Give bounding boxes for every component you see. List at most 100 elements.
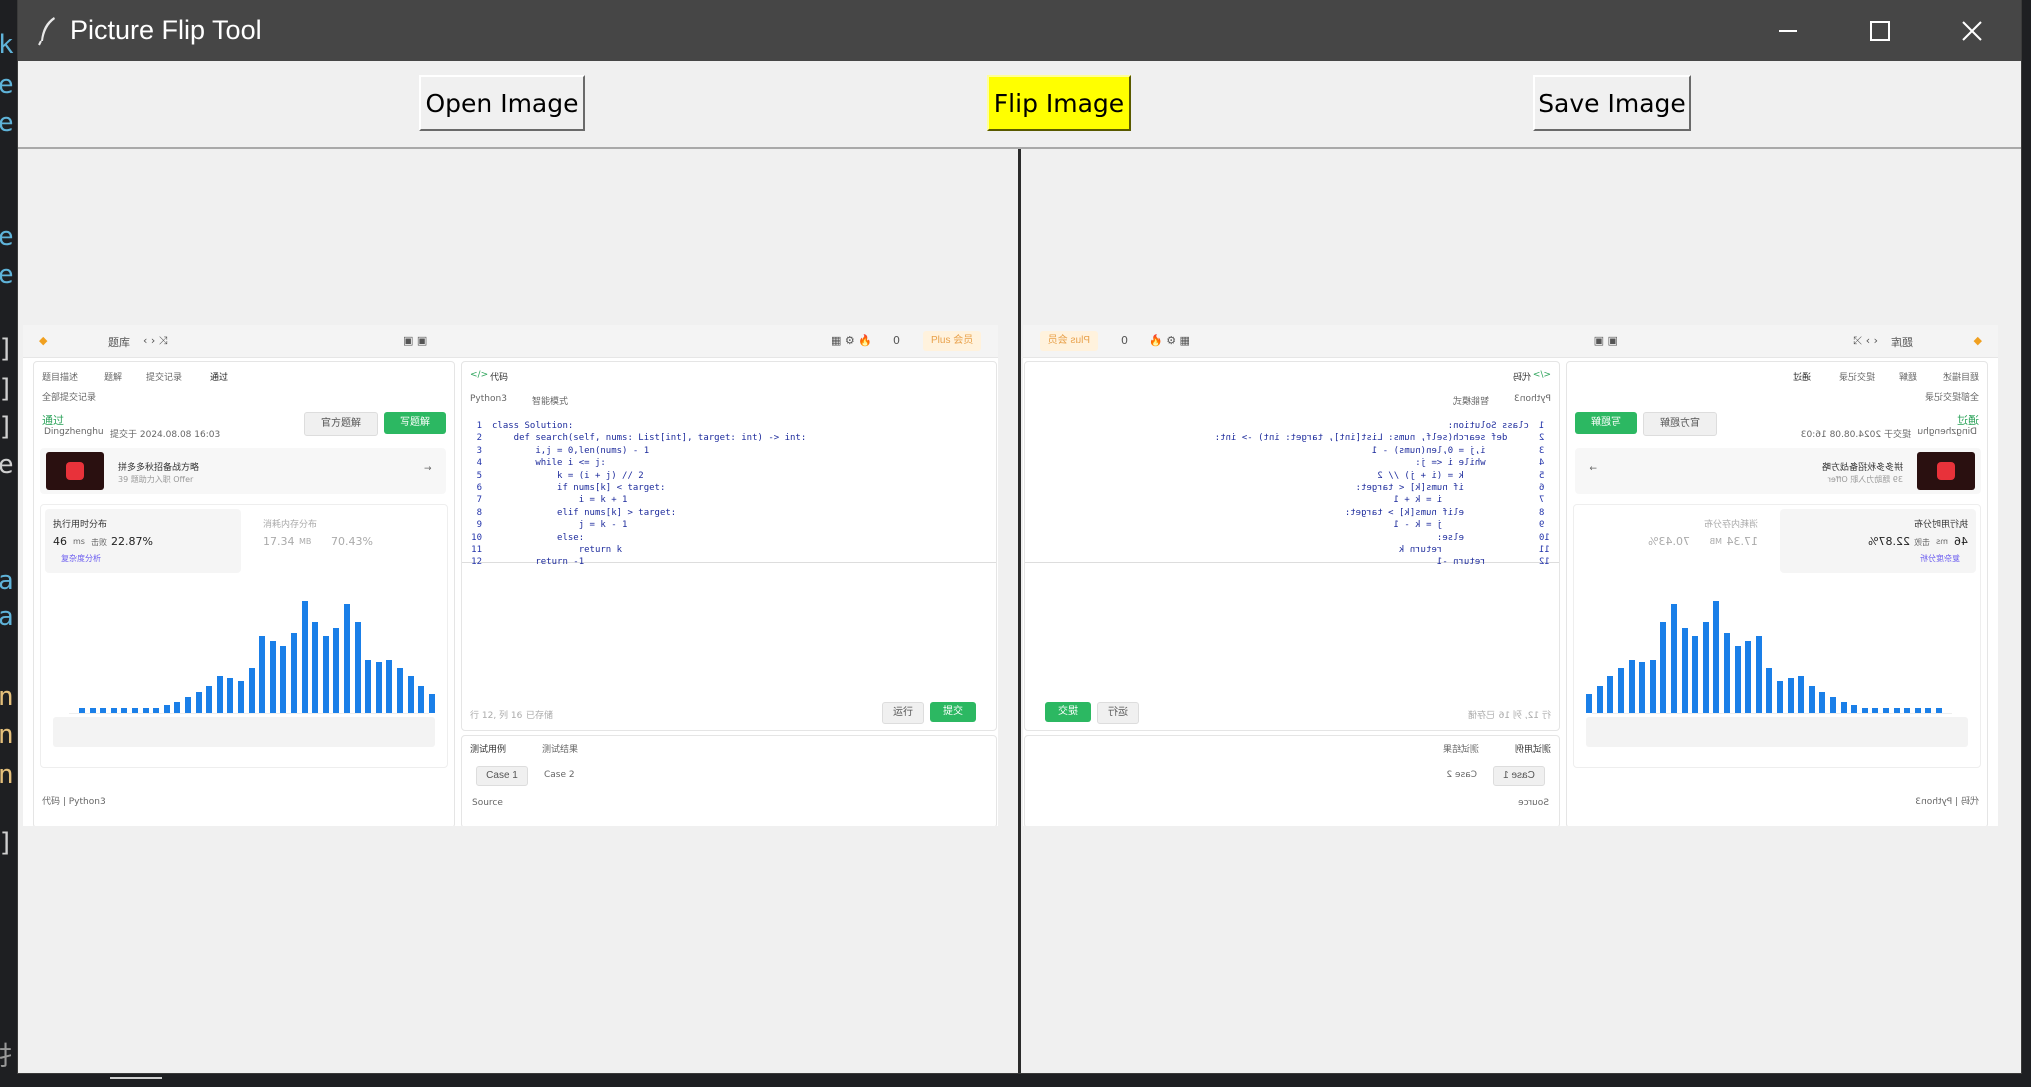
feather-icon (38, 17, 55, 46)
background-bottom (0, 1073, 2031, 1087)
flipped-line-number: 6 (1539, 483, 1545, 493)
histogram-bar (354, 622, 361, 713)
histogram-bar (153, 707, 160, 713)
cursor-position: 行 12, 列 16 (470, 711, 523, 721)
streak-count: 0 (893, 334, 900, 347)
nav-arrows-icon: ‹ › ⤨ (143, 334, 168, 347)
line-number: 2 (476, 433, 482, 444)
flipped-histogram-bar (1914, 707, 1921, 713)
flipped-histogram-bar (1777, 681, 1783, 713)
flipped-code-line: j = k - 1 (1393, 520, 1529, 531)
bg-token: n (0, 760, 14, 790)
flipped-stats-card: 执行用时分布 46 ms 击败 22.87% 复杂度分析 消耗内存分布 17.3… (1573, 504, 1981, 768)
flipped-histogram-bar (1830, 697, 1836, 713)
flipped-histogram-bar (1819, 691, 1826, 713)
flipped-code-line: return k (1398, 545, 1529, 555)
code-tab: 代码 (490, 373, 509, 383)
flipped-smart-mode: 智能模式 (1452, 397, 1489, 407)
flipped-line-number: 1 (1539, 421, 1545, 431)
histogram-bar (248, 667, 255, 713)
line-number: 12 (471, 557, 482, 568)
line-number: 10 (471, 532, 482, 543)
flipped-runtime-value: 46 (1954, 535, 1968, 548)
flipped-code-line: k = (i + j) // 2 (1377, 470, 1529, 481)
flipped-runtime-percent: 22.87% (1868, 535, 1910, 548)
promo-card: 拼多多秋招备战方略 39 题助力入职 Offer → (40, 448, 446, 494)
back-link: 全部提交记录 (42, 393, 97, 403)
flipped-arrow-right-icon: → (1589, 464, 1597, 474)
flipped-shot-topbar: ◆ 题库 ‹ › ⤨ ▣ ▣ ▦ ⚙ 🔥 0 Plus 会员 (1023, 325, 1998, 358)
flipped-code-footer: 代码 | Python3 (1915, 797, 1979, 807)
source-label: Source (472, 798, 503, 808)
close-button[interactable] (1926, 0, 2018, 61)
flipped-official-solution-button: 官方题解 (1643, 412, 1717, 436)
open-image-button[interactable]: Open Image (419, 75, 585, 131)
bg-token: ] (0, 374, 14, 404)
flipped-histogram-bar (1840, 702, 1847, 713)
flipped-line-number: 11 (1539, 545, 1550, 555)
flipped-promo-subtitle: 39 题助力入职 Offer (1827, 475, 1903, 484)
flipped-histogram-bar (1936, 707, 1942, 713)
histogram-bar (142, 707, 149, 713)
runtime-value: 46 (53, 535, 67, 548)
flipped-promo-thumbnail (1917, 452, 1975, 490)
histogram-bar (269, 641, 276, 713)
save-image-button[interactable]: Save Image (1533, 75, 1691, 131)
flipped-cursor-position: 行 12, 列 16 (1498, 711, 1551, 721)
case1-tab: Case 1 (476, 766, 528, 786)
flipped-status-text: 通过 (1957, 414, 1979, 427)
testcase-tab: 测试用例 (470, 745, 507, 755)
histogram-bar (79, 707, 85, 713)
maximize-button[interactable] (1834, 0, 1926, 61)
histogram-bar (227, 678, 234, 713)
bg-token: e (0, 260, 14, 290)
plus-badge: Plus 会员 (923, 331, 982, 351)
flipped-histogram-bar (1681, 627, 1688, 713)
bg-token: a (0, 602, 14, 632)
logo-icon: ◆ (39, 334, 48, 347)
code-area: 1 class Solution: 2 def search(self, nums:… (462, 412, 996, 567)
flipped-line-number: 5 (1539, 470, 1545, 481)
histogram-bar (428, 694, 435, 713)
code-line: elif nums[k] > target: (492, 507, 677, 518)
flipped-logo-icon: ◆ (1973, 334, 1982, 347)
bg-token: e (0, 108, 14, 138)
flipped-runtime-unit: ms (1936, 537, 1948, 546)
code-footer: 代码 | Python3 (42, 797, 106, 807)
app-window: Picture Flip Tool Open Image Flip Image … (18, 0, 2021, 1073)
histogram-bar (163, 705, 170, 713)
line-number: 6 (476, 483, 482, 493)
tab-accepted: 通过 (210, 373, 229, 383)
settings-icons: ▦ ⚙ 🔥 (831, 334, 872, 347)
histogram-bar (365, 659, 372, 713)
histogram-bar (89, 707, 96, 713)
title-bar[interactable]: Picture Flip Tool (18, 0, 2021, 61)
flipped-tab-description: 题目描述 (1942, 373, 1979, 383)
maximize-icon (1870, 20, 1890, 41)
flipped-histogram-bar (1745, 641, 1752, 713)
flipped-histogram-bar (1660, 622, 1667, 713)
flipped-submit-time: 提交于 2024.08.08 16:03 (1800, 430, 1911, 440)
flipped-source-label: Source (1518, 798, 1549, 808)
window-title: Picture Flip Tool (70, 15, 262, 45)
flipped-plus-badge: Plus 会员 (1039, 331, 1098, 351)
flipped-debug-icon: ▣ ▣ (1593, 334, 1618, 347)
flipped-histogram-bar (1925, 707, 1932, 713)
saved-status: 已存储 (526, 711, 554, 721)
flip-image-button[interactable]: Flip Image (987, 75, 1131, 131)
histogram-bar (397, 667, 403, 713)
flipped-code-line: if nums[k] < target: (1355, 483, 1529, 493)
stats-card: 执行用时分布 46 ms 击败 22.87% 复杂度分析 消耗内存分布 17.3… (40, 504, 448, 768)
histogram-bar (216, 675, 223, 713)
flipped-settings-icons: ▦ ⚙ 🔥 (1149, 334, 1190, 347)
flipped-submit-button: 提交 (1045, 702, 1091, 722)
flipped-memory-value: 17.34 (1726, 535, 1759, 548)
histogram-bar (291, 633, 297, 713)
code-line: def search(self, nums: List[int], target… (492, 433, 807, 444)
minimize-button[interactable] (1742, 0, 1834, 61)
flipped-line-number: 3 (1539, 445, 1545, 456)
flipped-memory-percent: 70.43% (1648, 535, 1690, 548)
histogram-bar (121, 707, 128, 713)
flipped-testcase-tab: 测试用例 (1514, 745, 1551, 755)
case2-tab: Case 2 (544, 770, 575, 780)
